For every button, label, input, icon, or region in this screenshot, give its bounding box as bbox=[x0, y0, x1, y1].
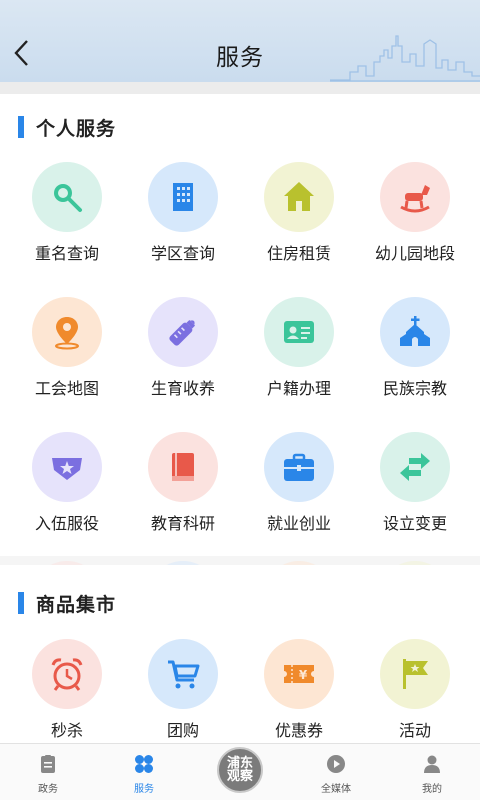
service-establishment-change[interactable]: 设立变更 bbox=[357, 432, 473, 542]
service-school-district-query[interactable]: 学区查询 bbox=[125, 162, 241, 272]
service-union-map[interactable]: 工会地图 bbox=[9, 297, 125, 407]
alarm-clock-icon bbox=[51, 658, 83, 691]
section-title-personal: 个人服务 bbox=[18, 116, 117, 140]
rocking-horse-icon bbox=[400, 185, 430, 213]
icon-circle bbox=[380, 297, 450, 367]
location-pin-icon bbox=[55, 317, 79, 350]
house-icon bbox=[284, 182, 314, 211]
service-military-enlistment[interactable]: 入伍服役 bbox=[9, 432, 125, 542]
service-label: 重名查询 bbox=[34, 244, 99, 263]
service-household-registration[interactable]: 户籍办理 bbox=[241, 297, 357, 407]
baby-bottle-icon bbox=[169, 319, 196, 346]
icon-circle bbox=[32, 639, 102, 709]
tab-services[interactable]: 服务 bbox=[96, 744, 192, 800]
section-title-text: 商品集市 bbox=[36, 593, 117, 616]
section-title-text: 个人服务 bbox=[36, 117, 117, 140]
pudong-observer-logo[interactable]: 浦东观察 bbox=[217, 747, 263, 793]
tab-government[interactable]: 政务 bbox=[0, 744, 96, 800]
military-badge-icon bbox=[52, 458, 82, 480]
icon-circle bbox=[32, 162, 102, 232]
tab-mine[interactable]: 我的 bbox=[384, 744, 480, 800]
logo-text: 浦东观察 bbox=[226, 756, 253, 784]
church-icon bbox=[400, 316, 430, 346]
service-ethnic-religious[interactable]: 民族宗教 bbox=[357, 297, 473, 407]
market-flash-sale[interactable]: 秒杀 bbox=[9, 639, 125, 743]
goods-market-card: 商品集市 秒杀 团购 ¥ 优惠券 活动 bbox=[0, 565, 480, 743]
section-marker bbox=[18, 592, 24, 614]
briefcase-icon bbox=[284, 453, 314, 481]
four-petal-icon bbox=[135, 755, 153, 773]
service-employment-entrepreneurship[interactable]: 就业创业 bbox=[241, 432, 357, 542]
icon-circle bbox=[380, 432, 450, 502]
service-label: 工会地图 bbox=[34, 379, 99, 398]
market-label: 优惠券 bbox=[274, 721, 323, 740]
header-divider bbox=[0, 82, 480, 94]
shopping-cart-icon bbox=[168, 660, 200, 689]
service-duplicate-name-query[interactable]: 重名查询 bbox=[9, 162, 125, 272]
section-title-market: 商品集市 bbox=[18, 592, 117, 616]
top-header: 服务 bbox=[0, 0, 480, 82]
swap-arrows-icon bbox=[400, 453, 430, 481]
icon-circle bbox=[32, 297, 102, 367]
coupon-icon: ¥ bbox=[284, 665, 314, 683]
icon-circle bbox=[264, 162, 334, 232]
service-birth-adoption[interactable]: 生育收养 bbox=[125, 297, 241, 407]
icon-circle bbox=[380, 162, 450, 232]
person-icon bbox=[424, 755, 440, 773]
icon-circle: ¥ bbox=[264, 639, 334, 709]
tab-label: 全媒体 bbox=[321, 784, 351, 795]
tab-label: 我的 bbox=[422, 784, 442, 795]
magnifier-icon bbox=[54, 184, 82, 212]
clipboard-icon bbox=[41, 755, 55, 773]
service-label: 生育收养 bbox=[150, 379, 215, 398]
market-label: 团购 bbox=[166, 721, 199, 740]
section-marker bbox=[18, 116, 24, 138]
service-kindergarten-district[interactable]: 幼儿园地段 bbox=[357, 162, 473, 272]
icon-circle bbox=[380, 639, 450, 709]
city-skyline-icon bbox=[330, 35, 480, 82]
service-label: 住房租赁 bbox=[266, 244, 331, 263]
icon-circle bbox=[148, 432, 218, 502]
market-label: 秒杀 bbox=[50, 721, 83, 740]
tab-label: 服务 bbox=[134, 784, 154, 795]
service-label: 教育科研 bbox=[150, 514, 215, 533]
tab-label: 政务 bbox=[38, 784, 58, 795]
icon-circle bbox=[148, 297, 218, 367]
service-education-research[interactable]: 教育科研 bbox=[125, 432, 241, 542]
svg-text:¥: ¥ bbox=[299, 668, 308, 682]
service-label: 户籍办理 bbox=[266, 379, 331, 398]
market-label: 活动 bbox=[398, 721, 431, 740]
icon-circle bbox=[148, 639, 218, 709]
id-card-icon bbox=[284, 321, 314, 343]
icon-circle bbox=[148, 162, 218, 232]
service-label: 入伍服役 bbox=[34, 514, 99, 533]
market-coupon[interactable]: ¥ 优惠券 bbox=[241, 639, 357, 743]
icon-circle bbox=[264, 297, 334, 367]
play-circle-icon bbox=[327, 755, 345, 773]
flag-icon bbox=[403, 659, 428, 689]
icon-circle bbox=[32, 432, 102, 502]
market-group-buy[interactable]: 团购 bbox=[125, 639, 241, 743]
service-housing-rental[interactable]: 住房租赁 bbox=[241, 162, 357, 272]
service-label: 学区查询 bbox=[150, 244, 215, 263]
market-activity[interactable]: 活动 bbox=[357, 639, 473, 743]
tab-all-media[interactable]: 全媒体 bbox=[288, 744, 384, 800]
service-label: 就业创业 bbox=[266, 514, 331, 533]
building-icon bbox=[173, 183, 193, 211]
service-label: 幼儿园地段 bbox=[374, 244, 455, 263]
personal-services-card: 个人服务 重名查询 学区查询 住房租赁 幼儿园地段 工会地图 生育收养 户籍办理… bbox=[0, 94, 480, 556]
icon-circle bbox=[264, 432, 334, 502]
book-icon bbox=[172, 453, 194, 481]
service-label: 民族宗教 bbox=[382, 379, 447, 398]
service-label: 设立变更 bbox=[382, 514, 447, 533]
